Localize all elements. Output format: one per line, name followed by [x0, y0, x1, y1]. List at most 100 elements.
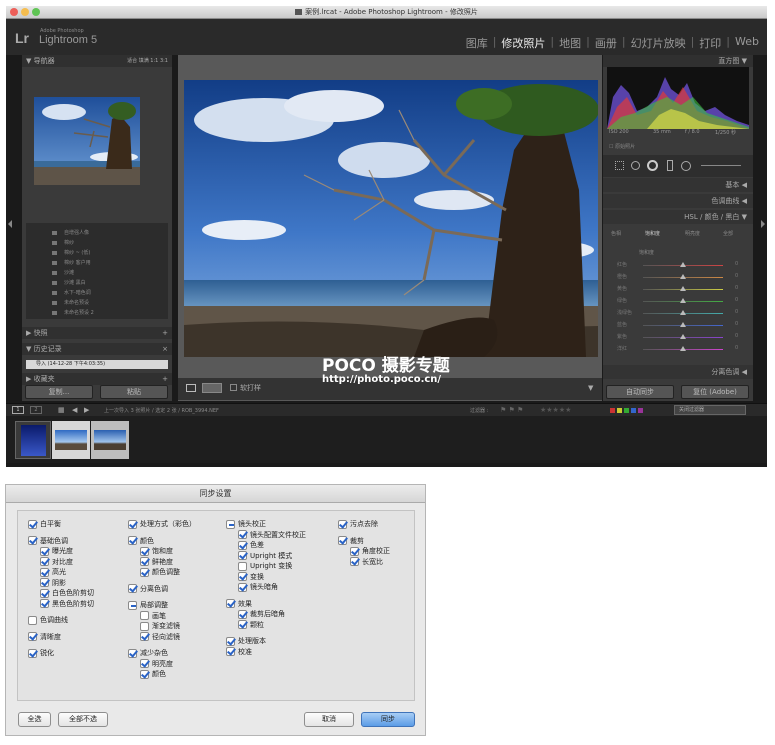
- hsl-slider-row[interactable]: 黄色 0: [603, 285, 753, 295]
- checkbox-box[interactable]: [226, 636, 235, 646]
- sync-checkbox[interactable]: 锐化: [28, 648, 54, 658]
- slider-thumb[interactable]: [680, 262, 686, 267]
- select-none-button[interactable]: 全部不选: [58, 712, 108, 727]
- checkbox-box[interactable]: [40, 546, 49, 556]
- checkbox-box[interactable]: [140, 557, 149, 566]
- sync-checkbox[interactable]: 高光: [40, 567, 66, 577]
- checkbox-box[interactable]: [338, 536, 347, 545]
- slider-thumb[interactable]: [680, 274, 686, 279]
- checkbox-box[interactable]: [28, 615, 37, 625]
- sync-checkbox[interactable]: 污点去除: [338, 519, 378, 529]
- sync-checkbox[interactable]: 渐变滤镜: [140, 621, 180, 631]
- secondary-window-button[interactable]: 2: [30, 406, 42, 414]
- checkbox-box[interactable]: [140, 659, 149, 668]
- sync-checkbox[interactable]: 阴影: [40, 578, 66, 588]
- tab-all[interactable]: 全部: [723, 230, 733, 237]
- sync-checkbox[interactable]: 裁剪后暗角: [238, 609, 285, 619]
- sync-checkbox[interactable]: 效果: [226, 599, 252, 609]
- tab-hue[interactable]: 色相: [611, 230, 621, 237]
- checkbox-box[interactable]: [40, 557, 49, 566]
- back-arrow-icon[interactable]: ◀: [72, 406, 77, 414]
- right-panel-toggle-icon[interactable]: [761, 220, 765, 228]
- sync-checkbox[interactable]: 镜头校正: [226, 519, 266, 529]
- preset-item[interactable]: 未命名预设 2: [52, 309, 94, 316]
- graduated-filter-icon[interactable]: [667, 160, 673, 171]
- copy-settings-button[interactable]: 复制...: [25, 385, 93, 399]
- slider-thumb[interactable]: [680, 286, 686, 291]
- film-thumb-3[interactable]: [91, 421, 129, 459]
- sync-checkbox[interactable]: 颜色调整: [140, 567, 180, 577]
- checkbox-box[interactable]: [140, 546, 149, 556]
- checkbox-box[interactable]: [140, 669, 149, 679]
- preset-item[interactable]: 沙滩 黑白: [52, 279, 86, 286]
- checkbox-box[interactable]: [140, 567, 149, 577]
- loupe-view-icon[interactable]: [186, 384, 196, 392]
- checkbox-box[interactable]: [238, 582, 247, 592]
- color-label-filter[interactable]: [610, 408, 666, 413]
- flag-filter-icons[interactable]: ⚑ ⚑ ⚑: [500, 406, 523, 414]
- before-after-icon[interactable]: [202, 383, 222, 393]
- checkbox-box[interactable]: [226, 519, 235, 529]
- checkbox-box[interactable]: [28, 632, 37, 641]
- sync-checkbox[interactable]: 变换: [238, 572, 264, 582]
- navigator-header[interactable]: ▼ 导航器 适合 填满 1:1 3:1: [22, 55, 172, 67]
- sync-checkbox[interactable]: Upright 变换: [238, 561, 292, 571]
- preset-item[interactable]: 棉纱 ~ (低): [52, 249, 90, 256]
- module-web[interactable]: Web: [735, 35, 759, 51]
- paste-settings-button[interactable]: 粘贴: [100, 385, 168, 399]
- film-thumb-1[interactable]: [15, 421, 51, 459]
- checkbox-box[interactable]: [40, 599, 49, 608]
- red-eye-icon[interactable]: [647, 160, 658, 171]
- select-all-button[interactable]: 全选: [18, 712, 51, 727]
- checkbox-box[interactable]: [128, 648, 137, 658]
- module-book[interactable]: 画册: [595, 35, 617, 51]
- original-photo-toggle[interactable]: ☐ 原始照片: [609, 143, 635, 150]
- checkbox-box[interactable]: [28, 519, 37, 529]
- cancel-button[interactable]: 取消: [304, 712, 354, 727]
- reset-button[interactable]: 复位 (Adobe): [681, 385, 749, 399]
- checkbox-box[interactable]: [40, 588, 49, 598]
- sync-checkbox[interactable]: 颗粒: [238, 620, 264, 630]
- split-toning-header[interactable]: 分离色调 ◀: [603, 365, 753, 379]
- tab-saturation[interactable]: 饱和度: [645, 230, 660, 237]
- sync-checkbox[interactable]: 角度校正: [350, 546, 390, 556]
- sync-checkbox[interactable]: 裁剪: [338, 536, 364, 546]
- basic-header[interactable]: 基本 ◀: [603, 178, 753, 192]
- sync-checkbox[interactable]: 色调曲线: [28, 615, 68, 625]
- slider-thumb[interactable]: [680, 346, 686, 351]
- brush-slider[interactable]: [701, 165, 741, 166]
- checkbox-box[interactable]: [238, 572, 247, 581]
- sync-checkbox[interactable]: 校准: [226, 647, 252, 657]
- crop-tool-icon[interactable]: [615, 161, 624, 170]
- checkbox-box[interactable]: [140, 611, 149, 620]
- radial-filter-icon[interactable]: [681, 161, 691, 171]
- histogram[interactable]: [607, 67, 749, 129]
- slider-thumb[interactable]: [680, 322, 686, 327]
- checkbox-box[interactable]: [238, 561, 247, 571]
- checkbox-box[interactable]: [40, 567, 49, 577]
- grid-view-icon[interactable]: ▦: [58, 406, 65, 414]
- preset-item[interactable]: 棉纱 客户用: [52, 259, 91, 266]
- checkbox-box[interactable]: [40, 578, 49, 587]
- module-develop[interactable]: 修改照片: [501, 35, 545, 51]
- sync-checkbox[interactable]: 对比度: [40, 557, 73, 567]
- tab-luminance[interactable]: 明亮度: [685, 230, 700, 237]
- sync-checkbox[interactable]: 色差: [238, 540, 264, 550]
- checkbox-box[interactable]: [338, 519, 347, 529]
- tone-curve-header[interactable]: 色调曲线 ◀: [603, 194, 753, 208]
- soft-proof-checkbox[interactable]: [230, 384, 237, 391]
- checkbox-box[interactable]: [350, 557, 359, 566]
- sync-checkbox[interactable]: 白色色阶剪切: [40, 588, 94, 598]
- slider-thumb[interactable]: [680, 334, 686, 339]
- sync-checkbox[interactable]: 明亮度: [140, 659, 173, 669]
- spot-removal-icon[interactable]: [631, 161, 640, 170]
- preset-item[interactable]: 水下-暗色调: [52, 289, 91, 296]
- preset-item[interactable]: 未命名预设: [52, 299, 89, 306]
- sync-button[interactable]: 同步: [361, 712, 415, 727]
- checkbox-box[interactable]: [140, 621, 149, 631]
- module-map[interactable]: 地图: [559, 35, 581, 51]
- forward-arrow-icon[interactable]: ▶: [84, 406, 89, 414]
- history-entry[interactable]: 导入 (14-12-28 下午4:03:35): [26, 360, 168, 369]
- hsl-slider-row[interactable]: 浅绿色 0: [603, 309, 753, 319]
- hsl-slider-row[interactable]: 紫色 0: [603, 333, 753, 343]
